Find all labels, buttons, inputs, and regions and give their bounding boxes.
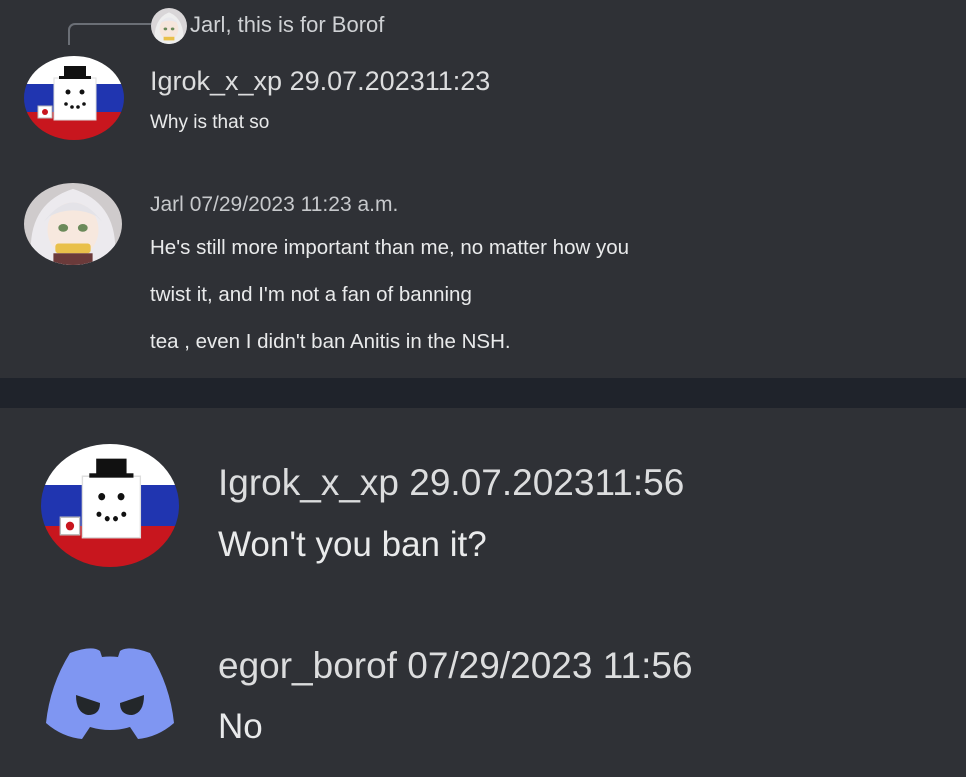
snowman-russian-flag-avatar-icon[interactable] xyxy=(41,444,179,567)
reply-preview-text[interactable]: Jarl, this is for Borof xyxy=(190,12,384,38)
message-text: twist it, and I'm not a fan of banning xyxy=(150,283,472,306)
snowman-russian-flag-avatar-icon[interactable] xyxy=(24,56,124,140)
timestamp: 07/29/2023 11:56 xyxy=(407,645,693,686)
message-header: Igrok_x_xp 29.07.202311:23 xyxy=(150,66,490,97)
message-text: Why is that so xyxy=(150,112,270,133)
message-text: He's still more important than me, no ma… xyxy=(150,236,630,259)
anime-girl-avatar-icon[interactable] xyxy=(151,8,187,44)
chat-panel-top xyxy=(0,0,966,378)
message-header: Igrok_x_xp 29.07.202311:56 xyxy=(218,462,684,504)
message-header: Jarl 07/29/2023 11:23 a.m. xyxy=(150,193,398,217)
reply-connector-line xyxy=(68,23,152,45)
username[interactable]: Jarl xyxy=(150,193,184,216)
message-text: No xyxy=(218,707,263,746)
discord-logo-avatar-icon[interactable] xyxy=(42,645,178,739)
message-header: egor_borof 07/29/2023 11:56 xyxy=(218,645,693,687)
timestamp: 07/29/2023 11:23 a.m. xyxy=(189,193,399,216)
timestamp: 29.07.202311:56 xyxy=(409,462,685,503)
timestamp: 29.07.202311:23 xyxy=(289,66,491,96)
panel-divider xyxy=(0,378,966,408)
message-text: Won't you ban it? xyxy=(218,525,487,564)
anime-girl-avatar-icon[interactable] xyxy=(24,183,122,265)
username[interactable]: egor_borof xyxy=(218,645,397,686)
username[interactable]: Igrok_x_xp xyxy=(150,66,282,96)
username[interactable]: Igrok_x_xp xyxy=(218,462,399,503)
message-text: tea , even I didn't ban Anitis in the NS… xyxy=(150,330,511,353)
